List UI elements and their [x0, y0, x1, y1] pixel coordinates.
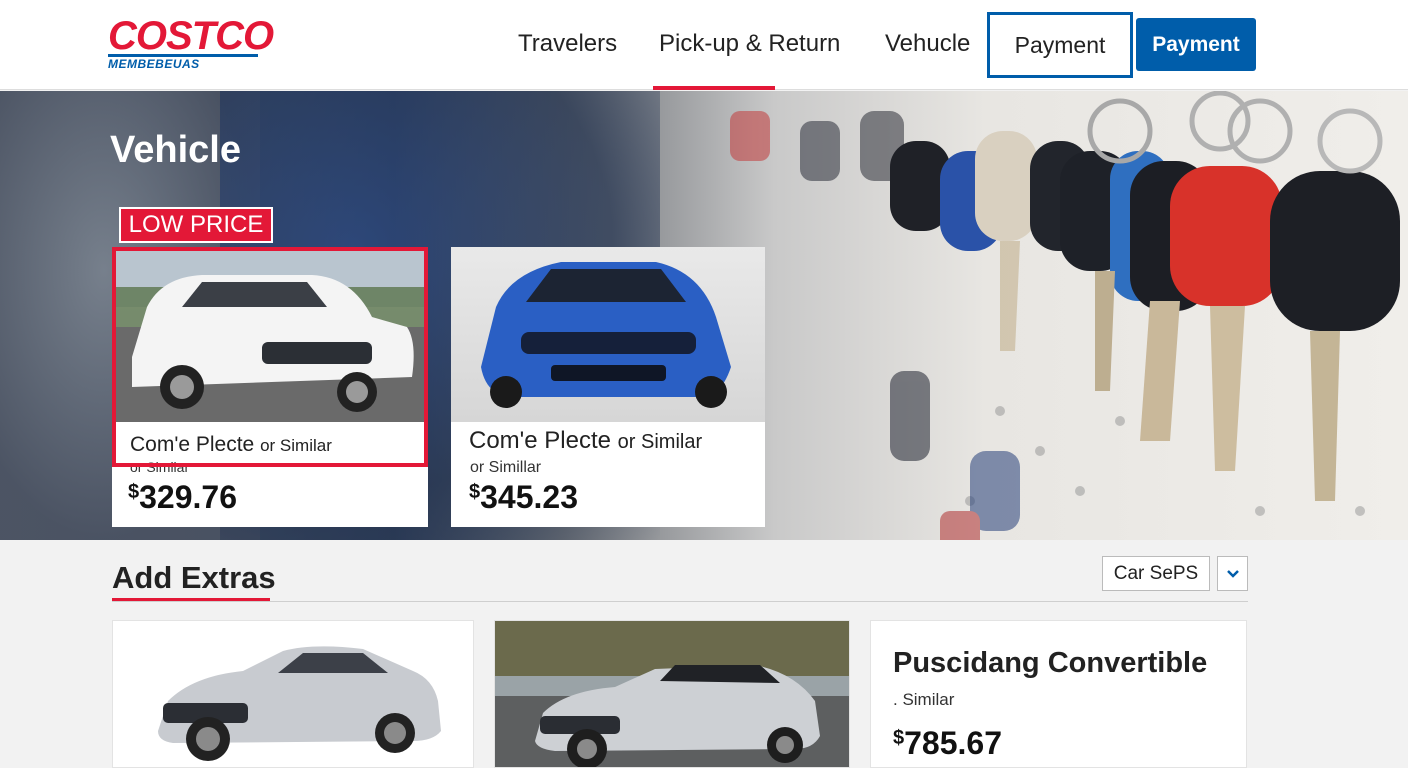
vehicle-name: Com'e Plecte or Similar: [130, 433, 332, 456]
vehicle-name: Com'e Plecte or Similar: [469, 427, 703, 454]
vehicle-card[interactable]: Com'e Plecte or Similar or Simillar $345…: [451, 247, 765, 527]
section-title: Vehicle: [110, 129, 241, 171]
vehicle-price: $345.23: [469, 479, 578, 515]
vehicle-photo: [112, 247, 428, 422]
suv-image: [112, 247, 428, 422]
vehicle-similar: or Simillar: [470, 459, 542, 476]
vehicle-photo: [451, 247, 765, 422]
vehicle-price: $329.76: [128, 479, 237, 515]
extras-title: Add Extras: [112, 560, 276, 595]
car-category-select[interactable]: Car SePS: [1102, 556, 1210, 591]
top-header: COSTCO MEMBEBEUAS Travelers Pick-up & Re…: [0, 0, 1408, 90]
extra-vehicle-card[interactable]: [494, 620, 850, 768]
nav-travelers[interactable]: Travelers: [518, 30, 617, 58]
nav-payment[interactable]: Payment: [987, 12, 1133, 78]
nav-vehicle[interactable]: Vehucle: [885, 30, 970, 58]
extra-vehicle-similar: . Similar: [893, 690, 955, 709]
extra-vehicle-card[interactable]: Puscidang Convertible . Similar $785.67: [870, 620, 1247, 768]
costco-logo[interactable]: COSTCO MEMBEBEUAS: [108, 14, 274, 70]
convertible-image: [495, 621, 849, 767]
payment-button[interactable]: Payment: [1136, 18, 1256, 71]
extras-title-underline: [112, 598, 270, 601]
coupe-image: [158, 646, 441, 761]
logo-wordmark: COSTCO: [108, 14, 274, 58]
low-price-badge: LOW PRICE: [119, 207, 273, 243]
vehicle-hero: Vehicle LOW PRICE Com'e Plecte or Simila…: [0, 91, 1408, 540]
nav-active-indicator: [653, 86, 775, 90]
sedan-image: [481, 262, 731, 408]
vehicle-card[interactable]: Com'e Plecte or Similar or Similar $329.…: [112, 247, 428, 527]
extra-vehicle-price: $785.67: [893, 725, 1002, 761]
extra-vehicle-name: Puscidang Convertible: [893, 647, 1208, 679]
nav-pickup-return[interactable]: Pick-up & Return: [659, 30, 840, 58]
keys-background-image: [730, 91, 1400, 540]
extra-vehicle-card[interactable]: [112, 620, 474, 768]
chevron-down-icon[interactable]: [1217, 556, 1248, 591]
vehicle-similar: or Similar: [130, 459, 190, 475]
extras-divider: [112, 601, 1248, 602]
